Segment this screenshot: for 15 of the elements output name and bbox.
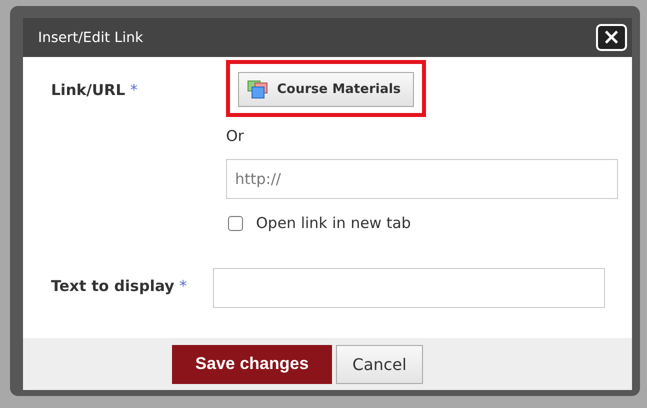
cancel-button[interactable]: Cancel xyxy=(336,344,423,384)
required-mark: * xyxy=(130,81,138,99)
checkbox-label[interactable]: Open link in new tab xyxy=(256,214,411,232)
field-label: Link/URL xyxy=(51,81,126,99)
save-button[interactable]: Save changes xyxy=(172,344,332,384)
close-button[interactable]: × xyxy=(596,24,627,51)
course-materials-button[interactable]: Course Materials xyxy=(238,72,414,107)
field-label: Text to display xyxy=(51,277,174,295)
required-mark: * xyxy=(179,277,187,295)
or-text: Or xyxy=(226,127,244,145)
checkbox[interactable] xyxy=(228,216,243,230)
url-field[interactable]: http:// xyxy=(226,159,618,199)
windows-icon xyxy=(247,80,269,100)
dialog-title: Insert/Edit Link xyxy=(38,30,144,46)
text-field[interactable] xyxy=(213,268,605,308)
